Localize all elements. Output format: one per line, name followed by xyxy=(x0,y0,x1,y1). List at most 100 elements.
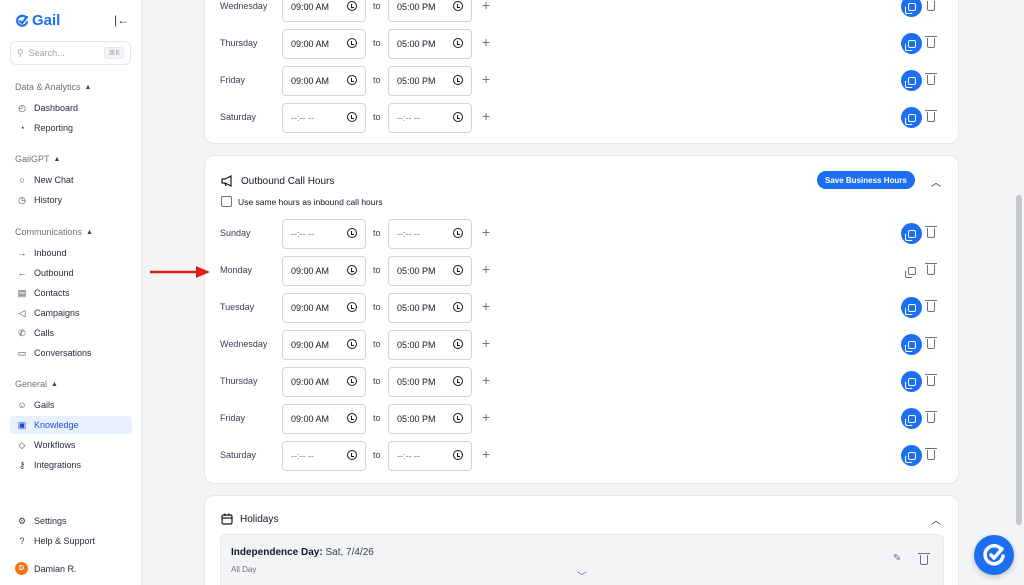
sidebar-item-workflows[interactable]: ◇ Workflows xyxy=(10,436,132,454)
chevron-up-icon[interactable]: ︿ xyxy=(931,174,941,189)
end-time-input[interactable]: 05:00 PM xyxy=(388,404,472,434)
collapse-sidebar-icon[interactable]: |← xyxy=(114,13,129,27)
section-gailgpt[interactable]: GailGPT ▲ xyxy=(15,154,60,164)
copy-icon xyxy=(904,340,916,352)
clock-icon xyxy=(453,112,463,122)
end-time-input[interactable]: 05:00 PM xyxy=(388,66,472,96)
gail-logo[interactable]: Gail xyxy=(15,12,60,29)
end-time-input[interactable]: 05:00 PM xyxy=(388,330,472,360)
start-time-input[interactable]: 09:00 AM xyxy=(282,404,366,434)
chevron-down-icon[interactable]: ﹀ xyxy=(577,568,587,583)
copy-hours-button[interactable] xyxy=(901,371,922,392)
user-menu[interactable]: D Damian R. xyxy=(15,562,77,575)
start-time-input[interactable]: 09:00 AM xyxy=(282,256,366,286)
plug-icon: ⚷ xyxy=(18,459,26,470)
sidebar-item-dashboard[interactable]: ◴ Dashboard xyxy=(10,99,132,117)
start-time-input[interactable]: --:-- -- xyxy=(282,441,366,471)
annotation-arrow-icon xyxy=(150,266,210,278)
add-interval-icon[interactable]: + xyxy=(482,335,490,351)
trash-icon[interactable] xyxy=(925,448,937,460)
trash-icon[interactable] xyxy=(925,374,937,386)
end-time-input[interactable]: --:-- -- xyxy=(388,219,472,249)
copy-hours-button[interactable] xyxy=(901,297,922,318)
sidebar-item-outbound[interactable]: ← Outbound xyxy=(10,264,132,282)
copy-hours-button[interactable] xyxy=(901,107,922,128)
section-general[interactable]: General ▲ xyxy=(15,379,58,389)
sidebar-item-calls[interactable]: ✆ Calls xyxy=(10,324,132,342)
chevron-up-icon[interactable]: ︿ xyxy=(931,512,941,527)
sidebar-item-contacts[interactable]: ▤ Contacts xyxy=(10,284,132,302)
day-label: Friday xyxy=(220,413,246,423)
sidebar-item-new-chat[interactable]: ○ New Chat xyxy=(10,171,132,189)
add-interval-icon[interactable]: + xyxy=(482,446,490,462)
sidebar-item-conversations[interactable]: ▭ Conversations xyxy=(10,344,132,362)
section-data-analytics[interactable]: Data & Analytics ▲ xyxy=(15,82,91,92)
inbound-icon: → xyxy=(17,248,27,258)
scrollbar[interactable] xyxy=(1016,195,1022,525)
start-time-input[interactable]: 09:00 AM xyxy=(282,330,366,360)
add-interval-icon[interactable]: + xyxy=(482,0,490,13)
copy-hours-button[interactable] xyxy=(901,445,922,466)
sidebar-item-knowledge[interactable]: ▣ Knowledge xyxy=(10,416,132,434)
copy-hours-button[interactable] xyxy=(901,223,922,244)
add-interval-icon[interactable]: + xyxy=(482,34,490,50)
assistant-launcher-button[interactable] xyxy=(974,535,1014,575)
holiday-item[interactable]: Independence Day: Sat, 7/4/26 All Day ✎ … xyxy=(220,534,944,585)
copy-hours-button[interactable] xyxy=(901,70,922,91)
copy-icon xyxy=(904,229,916,241)
add-interval-icon[interactable]: + xyxy=(482,409,490,425)
add-interval-icon[interactable]: + xyxy=(482,224,490,240)
copy-icon xyxy=(904,76,916,88)
sidebar-item-reporting[interactable]: ◔ Reporting xyxy=(10,119,132,137)
sidebar-item-history[interactable]: ◷ History xyxy=(10,191,132,209)
start-time-input[interactable]: 09:00 AM xyxy=(282,66,366,96)
trash-icon[interactable] xyxy=(925,300,937,312)
caret-up-icon: ▲ xyxy=(51,380,58,388)
end-time-input[interactable]: 05:00 PM xyxy=(388,367,472,397)
sidebar-item-inbound[interactable]: → Inbound xyxy=(10,244,132,262)
start-time-input[interactable]: 09:00 AM xyxy=(282,293,366,323)
add-interval-icon[interactable]: + xyxy=(482,261,490,277)
trash-icon[interactable] xyxy=(925,263,937,275)
section-communications[interactable]: Communications ▲ xyxy=(15,227,93,237)
search-input[interactable]: ⚲ Search... ⌘K xyxy=(10,41,131,65)
copy-hours-button[interactable] xyxy=(901,408,922,429)
trash-icon[interactable] xyxy=(925,411,937,423)
start-time-input[interactable]: 09:00 AM xyxy=(282,367,366,397)
sidebar-item-help[interactable]: ? Help & Support xyxy=(10,532,132,550)
save-business-hours-button[interactable]: Save Business Hours xyxy=(817,171,915,189)
sidebar-item-integrations[interactable]: ⚷ Integrations xyxy=(10,456,132,474)
trash-icon[interactable] xyxy=(918,553,930,565)
add-interval-icon[interactable]: + xyxy=(482,372,490,388)
add-interval-icon[interactable]: + xyxy=(482,298,490,314)
copy-hours-button[interactable] xyxy=(901,0,922,17)
add-interval-icon[interactable]: + xyxy=(482,71,490,87)
trash-icon[interactable] xyxy=(927,1,935,11)
start-time-input[interactable]: --:-- -- xyxy=(282,219,366,249)
holiday-name: Independence Day: Sat, 7/4/26 xyxy=(231,547,374,558)
pencil-icon[interactable]: ✎ xyxy=(893,553,901,564)
end-time-input[interactable]: --:-- -- xyxy=(388,441,472,471)
add-interval-icon[interactable]: + xyxy=(482,108,490,124)
trash-icon[interactable] xyxy=(925,36,937,48)
copy-hours-button[interactable] xyxy=(901,334,922,355)
end-time-input[interactable]: 05:00 PM xyxy=(388,0,472,22)
sidebar-item-campaigns[interactable]: ◁ Campaigns xyxy=(10,304,132,322)
end-time-input[interactable]: 05:00 PM xyxy=(388,293,472,323)
same-hours-option[interactable]: Use same hours as inbound call hours xyxy=(221,196,383,207)
sidebar-item-settings[interactable]: ⚙ Settings xyxy=(10,512,132,530)
start-time-input[interactable]: 09:00 AM xyxy=(282,29,366,59)
same-hours-checkbox[interactable] xyxy=(221,196,232,207)
start-time-input[interactable]: --:-- -- xyxy=(282,103,366,133)
sidebar-item-gails[interactable]: ☺ Gails xyxy=(10,396,132,414)
copy-hours-button[interactable] xyxy=(901,260,922,281)
copy-hours-button[interactable] xyxy=(901,33,922,54)
trash-icon[interactable] xyxy=(925,73,937,85)
end-time-input[interactable]: 05:00 PM xyxy=(388,256,472,286)
end-time-input[interactable]: 05:00 PM xyxy=(388,29,472,59)
trash-icon[interactable] xyxy=(925,337,937,349)
trash-icon[interactable] xyxy=(925,226,937,238)
end-time-input[interactable]: --:-- -- xyxy=(388,103,472,133)
trash-icon[interactable] xyxy=(925,110,937,122)
start-time-input[interactable]: 09:00 AM xyxy=(282,0,366,22)
